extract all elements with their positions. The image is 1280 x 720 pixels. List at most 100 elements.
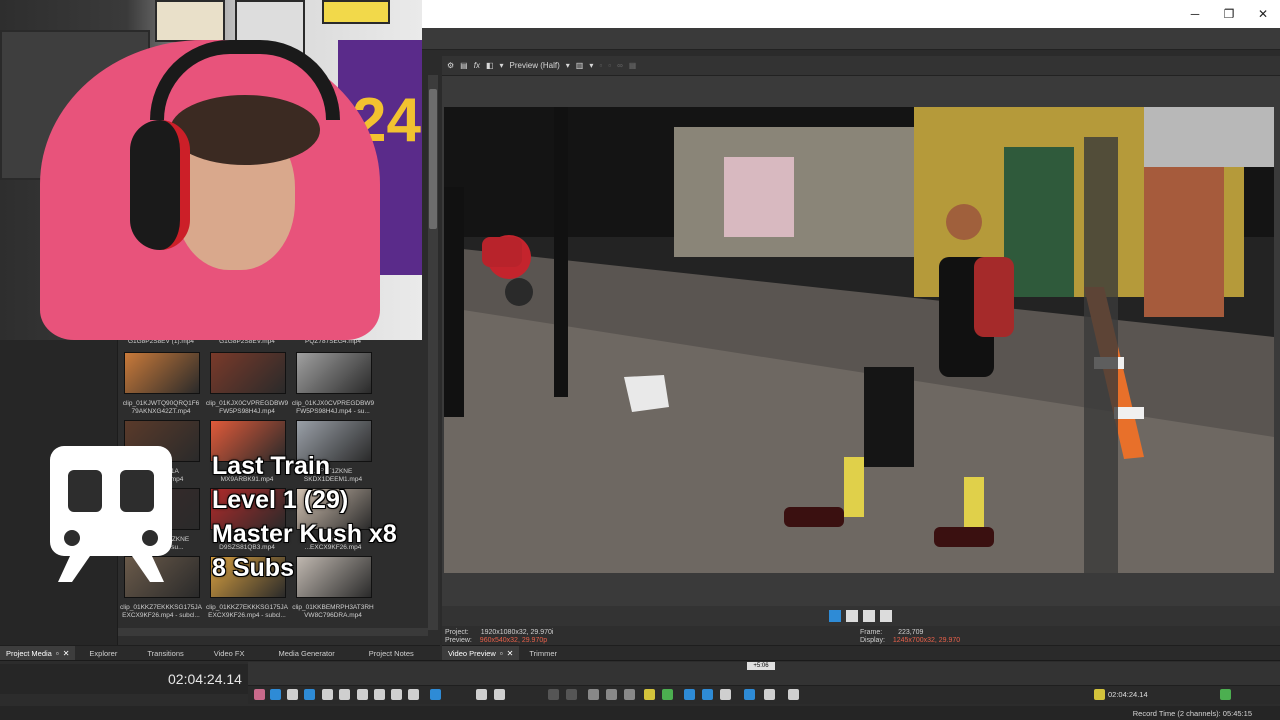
project-value: 1920x1080x32, 29.970i — [480, 629, 554, 636]
preview-transport — [442, 606, 1280, 626]
display-info: Display: 1245x700x32, 29.970 — [860, 637, 960, 645]
chevron-down-icon[interactable]: ▾ — [500, 61, 504, 70]
preview-toolbar: ⚙ ▤ fx ◧ ▾ Preview (Half) ▾ ▥ ▾ ▫ ▫ ∞ ▦ — [442, 56, 1280, 76]
save-snapshot-icon[interactable]: ▫ — [608, 61, 611, 70]
normal-edit-tool-icon[interactable] — [430, 689, 441, 700]
split-icon[interactable] — [588, 689, 599, 700]
snapping-icon[interactable] — [744, 689, 755, 700]
close-icon[interactable]: ✕ — [507, 649, 514, 658]
app-root: 24 ─ ❐ ✕ G1G8P2S8EV (1).mp4 G1G8P2S8EV.mp… — [0, 0, 1280, 720]
split-screen-icon[interactable]: ◧ — [486, 61, 494, 70]
tab-project-notes[interactable]: Project Notes — [363, 646, 420, 661]
go-to-start-icon[interactable] — [357, 689, 368, 700]
project-info: Project: 1920x1080x32, 29.970i — [445, 629, 553, 637]
auto-crossfade-icon[interactable] — [702, 689, 713, 700]
frame-label: Frame: — [860, 629, 883, 636]
restore-button[interactable]: ❐ — [1212, 0, 1246, 28]
tab-project-media[interactable]: Project Media ▫ ✕ — [0, 646, 76, 661]
media-item-label: G1G8P2S8EV (1).mp4 — [127, 340, 195, 345]
selection-icon[interactable] — [788, 689, 799, 700]
undock-icon[interactable]: ▫ — [500, 649, 503, 658]
pause-icon[interactable] — [846, 610, 858, 622]
webcam-overlay: 24 — [0, 0, 422, 340]
poster-smiley — [322, 0, 390, 24]
tab-trimmer[interactable]: Trimmer — [523, 646, 563, 661]
media-thumbnail[interactable] — [296, 352, 372, 394]
lock-envelopes-icon[interactable] — [764, 689, 775, 700]
list-icon[interactable] — [880, 610, 892, 622]
auto-ripple-icon[interactable] — [720, 689, 731, 700]
timeline-marker[interactable]: +5:06 — [747, 662, 775, 670]
copy-snapshot-icon[interactable]: ▫ — [599, 61, 602, 70]
menu-bar — [422, 28, 1280, 50]
media-item-label: clip_01KKZ7EKKKSG175JA EXCX9KF26.mp4 - s… — [119, 604, 203, 619]
stop-icon[interactable] — [339, 689, 350, 700]
zoom-tool-icon[interactable] — [494, 689, 505, 700]
stop-icon[interactable] — [863, 610, 875, 622]
gear-icon[interactable]: ⚙ — [447, 61, 454, 70]
media-horizontal-scrollbar[interactable] — [118, 628, 428, 636]
play-icon[interactable] — [829, 610, 841, 622]
chevron-down-icon[interactable]: ▾ — [566, 61, 570, 70]
display-value: 1245x700x32, 29.970 — [892, 637, 961, 644]
media-item-label: clip_01KKBEMRPH3AT3RH VW8C796DRA.mp4 — [292, 604, 374, 619]
preview-resolution-info: Preview: 960x540x32, 29.970p — [445, 637, 547, 645]
media-thumbnail[interactable] — [296, 556, 372, 598]
minimize-button[interactable]: ─ — [1178, 0, 1212, 28]
delete-icon[interactable] — [548, 689, 559, 700]
next-frame-icon[interactable] — [408, 689, 419, 700]
timecode-display[interactable]: 02:04:24.14 — [168, 671, 242, 687]
pause-icon[interactable] — [322, 689, 333, 700]
tab-video-fx[interactable]: Video FX — [208, 646, 251, 661]
preview-info: Project: 1920x1080x32, 29.970i Preview: … — [442, 626, 1280, 646]
go-to-end-icon[interactable] — [374, 689, 385, 700]
tab-video-preview[interactable]: Video Preview ▫ ✕ — [442, 646, 520, 661]
close-button[interactable]: ✕ — [1246, 0, 1280, 28]
status-bar: Record Time (2 channels): 05:45:15 — [0, 706, 1280, 720]
video-frame — [444, 107, 1274, 573]
trim-start-icon[interactable] — [606, 689, 617, 700]
preview-label: Preview: — [445, 637, 472, 644]
undock-icon[interactable]: ▫ — [56, 649, 59, 658]
preview-quality-select[interactable]: Preview (Half) — [510, 61, 560, 70]
link-icon[interactable]: ∞ — [617, 61, 623, 70]
play-icon[interactable] — [304, 689, 315, 700]
media-item-label: clip_01KJWTQ90QRQ1F6 79AKNXG42ZT.mp4 — [122, 400, 200, 415]
loop-icon[interactable] — [270, 689, 281, 700]
media-item-label: clip_01KJX0CVPREGDBW9 FW5PS98H4J.mp4 - s… — [291, 400, 375, 415]
record-icon[interactable] — [254, 689, 265, 700]
record-time: Record Time (2 channels): 05:45:15 — [1132, 709, 1252, 718]
media-item-label: G1G8P2S8EV.mp4 — [219, 340, 275, 345]
overlay-master: Master Kush x8 — [212, 520, 397, 548]
train-icon — [50, 446, 172, 584]
overlays-icon[interactable]: ▥ — [576, 61, 584, 70]
scrollbar-thumb[interactable] — [429, 89, 437, 229]
envelope-tool-icon[interactable] — [476, 689, 487, 700]
grid-icon[interactable]: ▦ — [629, 61, 637, 70]
chevron-down-icon[interactable]: ▾ — [589, 61, 593, 70]
left-dock-tabs: Project Media ▫ ✕ Explorer Transitions V… — [0, 645, 440, 661]
cursor-position-icon — [1094, 689, 1105, 700]
fx-icon[interactable]: fx — [474, 61, 480, 70]
region-icon[interactable] — [662, 689, 673, 700]
ignore-event-grouping-icon[interactable] — [684, 689, 695, 700]
right-dock-tabs: Video Preview ▫ ✕ Trimmer — [442, 645, 1280, 661]
close-icon[interactable]: ✕ — [63, 649, 70, 658]
properties-icon[interactable]: ▤ — [460, 61, 468, 70]
trim-end-icon[interactable] — [624, 689, 635, 700]
media-thumbnail[interactable] — [124, 352, 200, 394]
preview-value: 960x540x32, 29.970p — [479, 637, 548, 644]
previous-frame-icon[interactable] — [391, 689, 402, 700]
selection-length-icon — [1220, 689, 1231, 700]
marker-icon[interactable] — [644, 689, 655, 700]
tab-explorer[interactable]: Explorer — [83, 646, 123, 661]
media-vertical-scrollbar[interactable] — [428, 75, 438, 630]
tab-transitions[interactable]: Transitions — [141, 646, 189, 661]
play-from-start-icon[interactable] — [287, 689, 298, 700]
overlay-level: Level 1 (29) — [212, 486, 349, 514]
display-label: Display: — [860, 637, 885, 644]
tab-media-generator[interactable]: Media Generator — [272, 646, 340, 661]
cursor-timecode: 02:04:24.14 — [1108, 690, 1148, 699]
media-thumbnail[interactable] — [210, 352, 286, 394]
trim-icon[interactable] — [566, 689, 577, 700]
